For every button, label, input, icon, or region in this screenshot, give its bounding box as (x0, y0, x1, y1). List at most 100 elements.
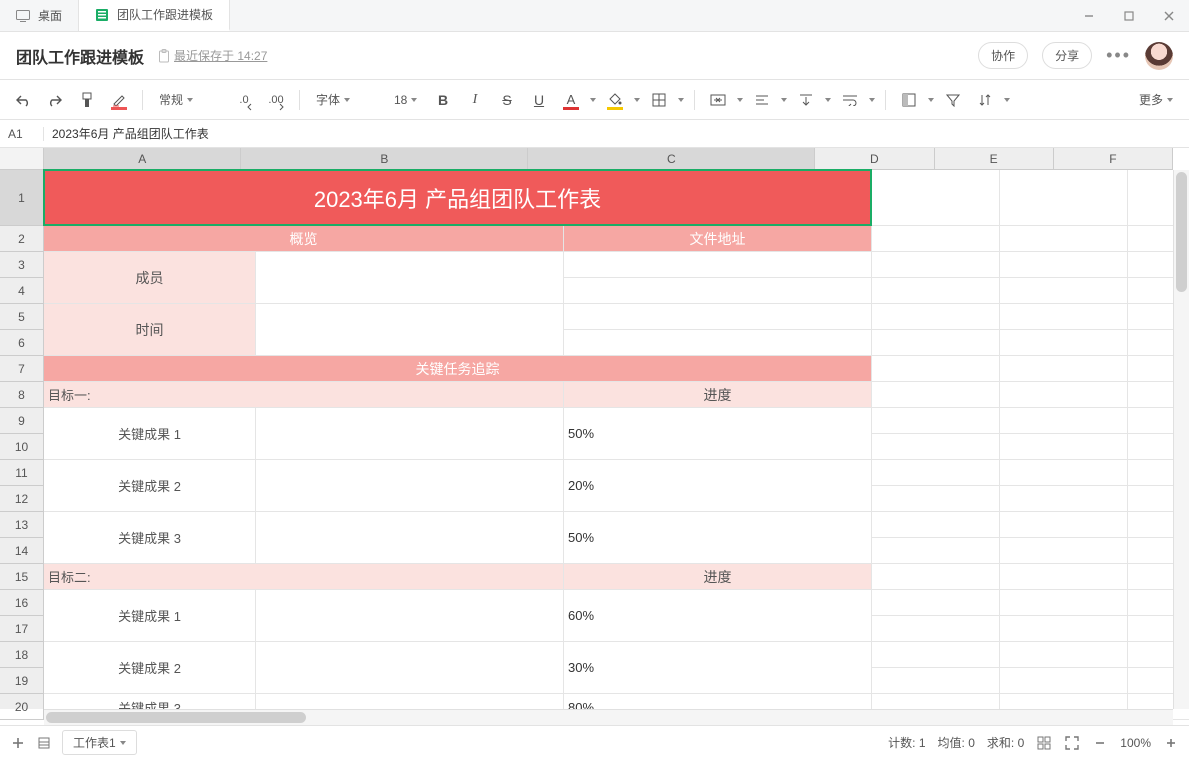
cell-g1-kr1-b[interactable] (256, 408, 564, 460)
zoom-level[interactable]: 100% (1120, 736, 1151, 750)
share-button[interactable]: 分享 (1042, 42, 1092, 69)
row-header-9[interactable]: 9 (0, 408, 44, 434)
row-header-19[interactable]: 19 (0, 668, 44, 694)
name-box[interactable]: A1 (0, 127, 44, 141)
maximize-button[interactable] (1109, 0, 1149, 31)
borders-caret[interactable] (678, 98, 684, 102)
h-align-caret[interactable] (781, 98, 787, 102)
cell-g2-kr1[interactable]: 关键成果 1 (44, 590, 256, 642)
cell-goal1[interactable]: 目标一: (44, 382, 564, 408)
cell-blank-E[interactable] (1000, 170, 1128, 720)
format-painter-button[interactable] (74, 87, 100, 113)
cell-g2-kr1-p[interactable]: 60% (564, 590, 872, 642)
row-header-7[interactable]: 7 (0, 356, 44, 382)
zoom-in-button[interactable] (1163, 735, 1179, 751)
h-scroll-thumb[interactable] (46, 712, 306, 723)
row-header-18[interactable]: 18 (0, 642, 44, 668)
font-size-dropdown[interactable]: 18 (388, 87, 424, 113)
col-header-B[interactable]: B (241, 148, 528, 170)
italic-button[interactable]: I (462, 87, 488, 113)
add-sheet-button[interactable] (10, 735, 26, 751)
cell-g1-kr2[interactable]: 关键成果 2 (44, 460, 256, 512)
cell-C4[interactable] (564, 278, 872, 304)
minimize-button[interactable] (1069, 0, 1109, 31)
tab-desktop[interactable]: 桌面 (0, 0, 79, 31)
cell-B34[interactable] (256, 252, 564, 304)
row-header-12[interactable]: 12 (0, 486, 44, 512)
fill-color-button[interactable] (602, 87, 628, 113)
sheet-tab[interactable]: 工作表1 (62, 730, 137, 755)
cell-title[interactable]: 2023年6月 产品组团队工作表 (44, 170, 872, 226)
formula-input[interactable]: 2023年6月 产品组团队工作表 (44, 125, 217, 142)
more-menu-button[interactable]: ••• (1106, 45, 1131, 66)
cell-key-track[interactable]: 关键任务追踪 (44, 356, 872, 382)
sort-caret[interactable] (1004, 98, 1010, 102)
zoom-out-button[interactable] (1092, 735, 1108, 751)
cell-g2-kr2-p[interactable]: 30% (564, 642, 872, 694)
avatar[interactable] (1145, 42, 1173, 70)
v-align-caret[interactable] (825, 98, 831, 102)
increase-decimal-button[interactable]: .00 (263, 87, 289, 113)
col-header-F[interactable]: F (1054, 148, 1173, 170)
borders-button[interactable] (646, 87, 672, 113)
cell-progress2[interactable]: 进度 (564, 564, 872, 590)
vertical-scrollbar[interactable] (1173, 170, 1189, 709)
sheet-list-button[interactable] (36, 735, 52, 751)
cell-goal2[interactable]: 目标二: (44, 564, 564, 590)
sort-button[interactable] (972, 87, 998, 113)
cell-C6[interactable] (564, 330, 872, 356)
cell-g2-kr2-b[interactable] (256, 642, 564, 694)
cell-g1-kr3[interactable]: 关键成果 3 (44, 512, 256, 564)
cell-g1-kr1[interactable]: 关键成果 1 (44, 408, 256, 460)
close-button[interactable] (1149, 0, 1189, 31)
h-align-button[interactable] (749, 87, 775, 113)
cells-layer[interactable]: 2023年6月 产品组团队工作表 概览 文件地址 成员 时间 关键任务追踪 目标… (44, 170, 1173, 709)
grid-view-icon[interactable] (1036, 735, 1052, 751)
cell-g1-kr2-b[interactable] (256, 460, 564, 512)
freeze-button[interactable] (896, 87, 922, 113)
col-header-E[interactable]: E (935, 148, 1054, 170)
number-format-dropdown[interactable]: 常规 (153, 87, 225, 113)
fullscreen-icon[interactable] (1064, 735, 1080, 751)
cell-g2-kr1-b[interactable] (256, 590, 564, 642)
v-scroll-thumb[interactable] (1176, 172, 1187, 292)
tab-doc[interactable]: 团队工作跟进模板 (79, 0, 230, 31)
row-header-4[interactable]: 4 (0, 278, 44, 304)
row-header-14[interactable]: 14 (0, 538, 44, 564)
cell-B56[interactable] (256, 304, 564, 356)
row-header-8[interactable]: 8 (0, 382, 44, 408)
cell-blank-D[interactable] (872, 170, 1000, 720)
toolbar-more-button[interactable]: 更多 (1133, 87, 1179, 113)
cell-overview[interactable]: 概览 (44, 226, 564, 252)
save-status[interactable]: 最近保存于 14:27 (158, 47, 267, 64)
undo-button[interactable] (10, 87, 36, 113)
merge-caret[interactable] (737, 98, 743, 102)
fill-color-caret[interactable] (634, 98, 640, 102)
col-header-A[interactable]: A (44, 148, 241, 170)
row-header-11[interactable]: 11 (0, 460, 44, 486)
merge-cells-button[interactable] (705, 87, 731, 113)
cell-C3[interactable] (564, 252, 872, 278)
text-color-button[interactable]: A (558, 87, 584, 113)
cell-file-addr[interactable]: 文件地址 (564, 226, 872, 252)
text-wrap-button[interactable] (837, 87, 863, 113)
cell-g1-kr3-b[interactable] (256, 512, 564, 564)
row-header-10[interactable]: 10 (0, 434, 44, 460)
collab-button[interactable]: 协作 (978, 42, 1028, 69)
row-header-3[interactable]: 3 (0, 252, 44, 278)
row-header-17[interactable]: 17 (0, 616, 44, 642)
select-all-corner[interactable] (0, 148, 44, 170)
row-header-16[interactable]: 16 (0, 590, 44, 616)
font-family-dropdown[interactable]: 字体 (310, 87, 382, 113)
cell-g1-kr3-p[interactable]: 50% (564, 512, 872, 564)
v-align-button[interactable] (793, 87, 819, 113)
clear-format-button[interactable] (106, 87, 132, 113)
row-header-20[interactable]: 20 (0, 694, 44, 720)
decrease-decimal-button[interactable]: .0 (231, 87, 257, 113)
horizontal-scrollbar[interactable] (44, 709, 1173, 725)
text-color-caret[interactable] (590, 98, 596, 102)
strikethrough-button[interactable]: S (494, 87, 520, 113)
row-header-13[interactable]: 13 (0, 512, 44, 538)
row-header-5[interactable]: 5 (0, 304, 44, 330)
col-header-D[interactable]: D (815, 148, 934, 170)
